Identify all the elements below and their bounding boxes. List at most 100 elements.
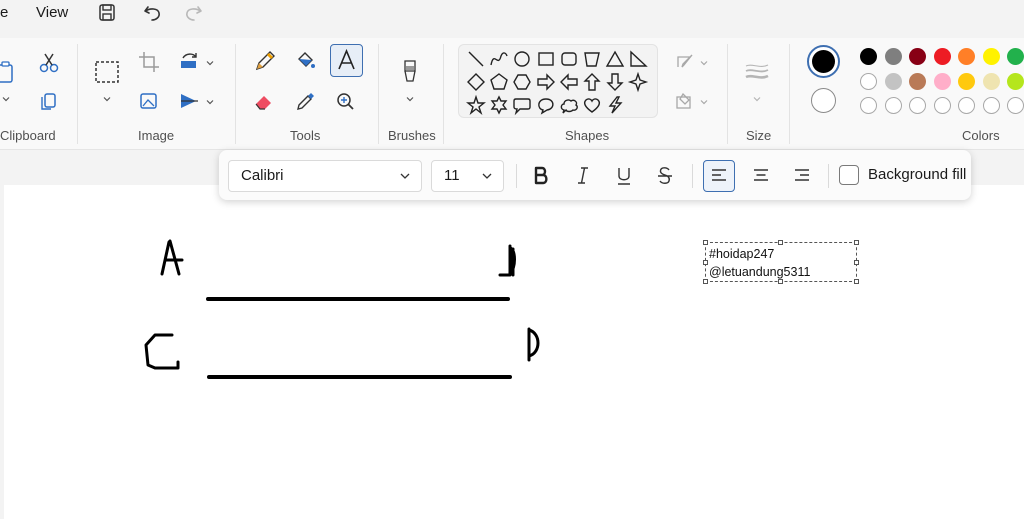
resize-handle[interactable] [778, 279, 783, 284]
select-icon[interactable] [92, 57, 122, 87]
oval-callout-shape-icon[interactable] [535, 94, 557, 116]
right-arrow-shape-icon[interactable] [535, 71, 557, 93]
color-swatch[interactable] [909, 48, 926, 65]
color-swatch[interactable] [1007, 72, 1024, 90]
color-swatch[interactable] [884, 72, 902, 90]
secondary-color[interactable] [811, 88, 836, 113]
hexagon-shape-icon[interactable] [511, 71, 533, 93]
image-properties-icon[interactable] [134, 86, 164, 116]
rounded-rectangle-shape-icon[interactable] [558, 48, 580, 70]
rotate-icon[interactable] [174, 47, 204, 77]
chevron-down-icon[interactable] [751, 92, 763, 104]
color-swatch[interactable] [909, 72, 926, 90]
six-point-star-shape-icon[interactable] [488, 94, 510, 116]
color-swatch[interactable] [860, 48, 877, 65]
text-tool-icon[interactable] [330, 44, 363, 77]
align-center-button[interactable] [745, 160, 777, 192]
curve-shape-icon[interactable] [488, 48, 510, 70]
font-family-dropdown[interactable]: Calibri [228, 160, 422, 192]
chevron-down-icon[interactable] [204, 56, 216, 68]
color-swatch[interactable] [884, 48, 902, 65]
align-left-button[interactable] [703, 160, 735, 192]
color-swatch[interactable] [933, 48, 951, 65]
heart-shape-icon[interactable] [581, 94, 603, 116]
lightning-shape-icon[interactable] [604, 94, 626, 116]
menu-file[interactable]: e [0, 4, 8, 22]
color-swatch[interactable] [933, 97, 951, 114]
color-swatch[interactable] [1007, 97, 1024, 114]
triangle-shape-icon[interactable] [604, 48, 626, 70]
chevron-down-icon[interactable] [698, 95, 710, 107]
outline-icon[interactable] [670, 47, 700, 77]
line-shape-icon[interactable] [465, 48, 487, 70]
pencil-icon[interactable] [249, 46, 279, 76]
eraser-icon[interactable] [249, 86, 279, 116]
undo-icon[interactable] [141, 1, 165, 25]
color-swatch[interactable] [860, 72, 877, 90]
color-swatch[interactable] [958, 97, 975, 114]
size-icon[interactable] [742, 57, 772, 87]
magnifier-icon[interactable] [330, 86, 360, 116]
chevron-down-icon[interactable] [698, 56, 710, 68]
redo-icon[interactable] [181, 1, 205, 25]
five-point-star-shape-icon[interactable] [465, 94, 487, 116]
resize-handle[interactable] [854, 260, 859, 265]
color-swatch[interactable] [982, 97, 1000, 114]
color-swatch[interactable] [884, 97, 902, 114]
save-icon[interactable] [95, 1, 119, 25]
divider [789, 44, 790, 144]
align-right-button[interactable] [786, 160, 818, 192]
cut-icon[interactable] [34, 47, 64, 77]
color-swatch[interactable] [860, 97, 877, 114]
rounded-callout-shape-icon[interactable] [511, 94, 533, 116]
flip-icon[interactable] [174, 86, 204, 116]
strikethrough-button[interactable] [649, 160, 681, 192]
background-fill-checkbox[interactable] [839, 165, 859, 185]
diamond-shape-icon[interactable] [465, 71, 487, 93]
color-swatch[interactable] [982, 48, 1000, 65]
up-arrow-shape-icon[interactable] [581, 71, 603, 93]
text-box[interactable]: #hoidap247 @letuandung5311 [703, 240, 859, 284]
resize-handle[interactable] [854, 240, 859, 245]
italic-button[interactable] [567, 160, 599, 192]
resize-handle[interactable] [778, 240, 783, 245]
color-swatch[interactable] [982, 72, 1000, 90]
underline-button[interactable] [608, 160, 640, 192]
color-swatch[interactable] [1007, 48, 1024, 65]
down-arrow-shape-icon[interactable] [604, 71, 626, 93]
brush-icon[interactable] [395, 57, 425, 87]
chevron-down-icon[interactable] [0, 92, 12, 104]
right-triangle-shape-icon[interactable] [627, 48, 649, 70]
color-picker-icon[interactable] [290, 86, 320, 116]
color-swatch[interactable] [958, 72, 975, 90]
resize-handle[interactable] [854, 279, 859, 284]
cloud-callout-shape-icon[interactable] [558, 94, 580, 116]
color-swatch[interactable] [958, 48, 975, 65]
color-swatch[interactable] [933, 72, 951, 90]
drawing-canvas[interactable] [4, 185, 1024, 519]
rectangle-shape-icon[interactable] [535, 48, 557, 70]
canvas-drawing [144, 239, 540, 379]
text-box-line: @letuandung5311 [709, 265, 811, 279]
menu-view[interactable]: View [36, 4, 68, 22]
polygon-shape-icon[interactable] [581, 48, 603, 70]
chevron-down-icon[interactable] [404, 92, 416, 104]
four-point-star-shape-icon[interactable] [627, 71, 649, 93]
primary-color[interactable] [807, 45, 840, 78]
chevron-down-icon[interactable] [101, 92, 113, 104]
oval-shape-icon[interactable] [511, 48, 533, 70]
resize-handle[interactable] [703, 240, 708, 245]
copy-icon[interactable] [34, 86, 64, 116]
resize-handle[interactable] [703, 279, 708, 284]
crop-icon[interactable] [134, 47, 164, 77]
chevron-down-icon[interactable] [204, 95, 216, 107]
left-arrow-shape-icon[interactable] [558, 71, 580, 93]
fill-bucket-icon[interactable] [290, 46, 320, 76]
font-size-dropdown[interactable]: 11 [431, 160, 504, 192]
bold-button[interactable] [525, 160, 557, 192]
color-swatch[interactable] [909, 97, 926, 114]
shape-fill-icon[interactable] [670, 86, 700, 116]
pentagon-shape-icon[interactable] [488, 71, 510, 93]
resize-handle[interactable] [703, 260, 708, 265]
paste-icon[interactable] [0, 58, 22, 88]
